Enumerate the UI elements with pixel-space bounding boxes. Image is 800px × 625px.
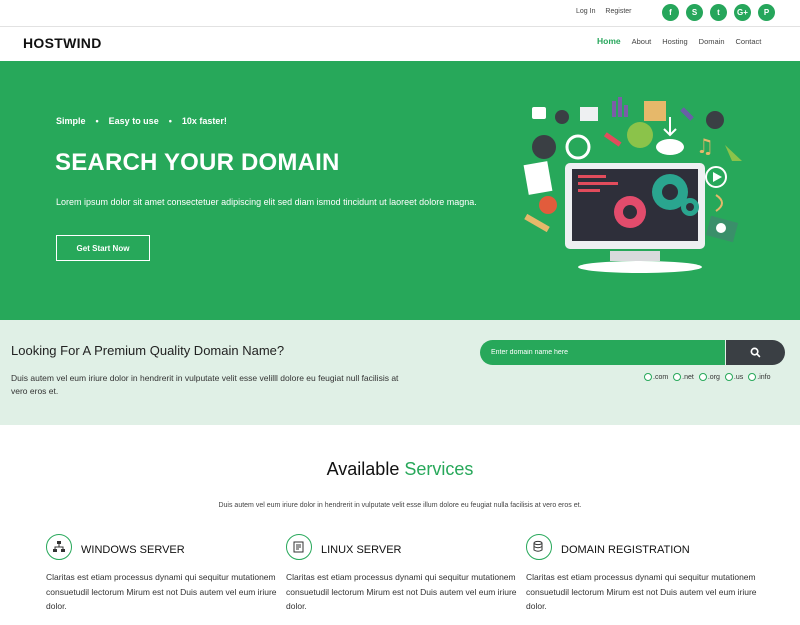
document-icon — [523, 161, 553, 195]
search-icon — [750, 347, 761, 358]
domain-search-form — [480, 340, 785, 365]
nav-item-hosting[interactable]: Hosting — [662, 37, 687, 46]
domain-search-input[interactable] — [480, 340, 725, 365]
hero-section: Simple • Easy to use • 10x faster! SEARC… — [0, 61, 800, 320]
music-icon: ♫ — [696, 134, 714, 158]
hero-description: Lorem ipsum dolor sit amet consectetuer … — [56, 197, 477, 207]
phone-icon — [680, 107, 694, 121]
bar-chart-icon — [612, 101, 616, 117]
service-text: Claritas est etiam processus dynami qui … — [286, 572, 517, 611]
magnifier-icon — [565, 134, 591, 160]
site-logo[interactable]: HOSTWIND — [23, 35, 102, 51]
skype-icon[interactable]: S — [686, 4, 703, 21]
arrow-icon — [725, 145, 742, 161]
floor-shadow — [578, 261, 702, 273]
feature-item: Simple — [56, 116, 86, 126]
network-icon — [46, 534, 72, 560]
radio-button[interactable] — [673, 373, 682, 381]
screen-line — [578, 182, 618, 185]
map-pin-icon — [539, 196, 557, 214]
radio-button[interactable] — [748, 373, 757, 381]
camera-icon — [532, 135, 556, 159]
chat-icon — [627, 122, 653, 148]
feature-list: Simple • Easy to use • 10x faster! — [56, 116, 237, 126]
top-bar: Log In Register f S t G+ P — [0, 0, 800, 26]
services-title: Available Services — [0, 459, 800, 480]
tld-label: .info — [757, 373, 771, 381]
server-icon — [286, 534, 312, 560]
tld-option[interactable]: .org — [698, 373, 720, 381]
feature-item: Easy to use — [108, 116, 159, 126]
radio-button[interactable] — [724, 373, 733, 381]
service-name: WINDOWS SERVER — [81, 544, 185, 556]
tld-options: .com .net .org .us .info — [644, 373, 776, 381]
main-nav: Home About Hosting Domain Contact — [597, 36, 772, 46]
service-text: Claritas est etiam processus dynami qui … — [526, 572, 757, 611]
nav-item-about[interactable]: About — [632, 37, 652, 46]
services-description: Duis autem vel eum iriure dolor in hendr… — [218, 502, 582, 509]
twitter-icon[interactable]: t — [710, 4, 727, 21]
social-links: f S t G+ P — [662, 4, 775, 21]
radio-button[interactable] — [698, 373, 707, 381]
get-started-button[interactable]: Get Start Now — [56, 235, 150, 261]
computer-illustration: ♫ — [523, 97, 742, 273]
pencil-icon — [603, 132, 622, 147]
tld-option[interactable]: .net — [673, 373, 694, 381]
wrench-icon — [524, 213, 550, 233]
nav-item-domain[interactable]: Domain — [699, 37, 725, 46]
search-section-title: Looking For A Premium Quality Domain Nam… — [11, 343, 285, 358]
tld-option[interactable]: .com — [644, 373, 668, 381]
services-title-accent: Services — [404, 459, 474, 479]
tld-label: .org — [707, 373, 720, 381]
monitor-stand — [610, 251, 660, 261]
tld-label: .com — [653, 373, 669, 381]
forward-icon — [555, 110, 569, 124]
facebook-icon[interactable]: f — [662, 4, 679, 21]
pinterest-icon[interactable]: P — [758, 4, 775, 21]
screen-line — [578, 189, 600, 192]
lock-icon — [532, 107, 546, 119]
bullet-icon: • — [168, 116, 172, 126]
service-text: Claritas est etiam processus dynami qui … — [46, 572, 277, 611]
google-plus-icon[interactable]: G+ — [734, 4, 751, 21]
search-button[interactable] — [726, 340, 785, 365]
code-icon — [706, 111, 724, 129]
search-section-description: Duis autem vel eum iriure dolor in hendr… — [11, 373, 399, 396]
tld-label: .net — [682, 373, 694, 381]
services-title-main: Available — [326, 459, 400, 479]
hero-title: SEARCH YOUR DOMAIN — [55, 149, 340, 176]
register-link[interactable]: Register — [605, 8, 631, 15]
service-name: LINUX SERVER — [321, 544, 402, 556]
tld-label: .us — [733, 373, 744, 381]
screen-line — [578, 175, 606, 178]
signal-icon — [715, 194, 723, 212]
tld-option[interactable]: .info — [748, 373, 771, 381]
box-icon — [644, 101, 666, 121]
bullet-icon: • — [95, 116, 99, 126]
nav-item-home[interactable]: Home — [597, 36, 621, 46]
nav-item-contact[interactable]: Contact — [736, 37, 762, 46]
domain-search-section: Looking For A Premium Quality Domain Nam… — [0, 320, 800, 425]
account-links: Log In Register — [576, 8, 640, 15]
radio-button[interactable] — [644, 373, 652, 381]
login-link[interactable]: Log In — [576, 8, 595, 15]
top-divider — [0, 26, 800, 27]
tld-option[interactable]: .us — [724, 373, 744, 381]
database-icon — [526, 534, 552, 560]
cloud-icon — [656, 139, 684, 155]
feature-item: 10x faster! — [181, 116, 227, 126]
mail-icon — [580, 107, 598, 121]
service-name: DOMAIN REGISTRATION — [561, 544, 690, 556]
